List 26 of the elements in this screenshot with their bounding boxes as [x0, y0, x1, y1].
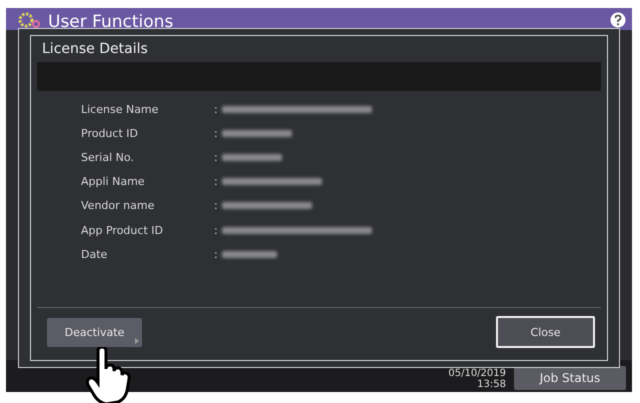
separator-text: :	[214, 224, 218, 237]
field-label: Serial No.	[81, 150, 135, 164]
gear-icon	[18, 11, 42, 29]
field-label: Date	[81, 248, 108, 261]
separator-text: :	[214, 102, 218, 116]
help-icon[interactable]	[610, 12, 626, 28]
separator-text: :	[214, 175, 218, 188]
separator-text: :	[214, 199, 218, 212]
blurred-value	[222, 250, 277, 258]
job-status-button[interactable]: Job Status	[514, 366, 626, 390]
blurred-value	[222, 154, 282, 161]
field-label: App Product ID	[81, 224, 164, 237]
separator-text: :	[214, 150, 218, 164]
blurred-value	[222, 130, 292, 137]
screen-title: User Functions	[48, 11, 174, 30]
dialog-title: License Details	[41, 40, 149, 59]
date-text: 05/10/2019	[448, 368, 506, 379]
field-label: Vendor name	[81, 199, 156, 212]
separator-text: :	[214, 126, 218, 140]
field-label: Product ID	[81, 126, 139, 140]
field-label: Appli Name	[81, 175, 146, 188]
deactivate-button[interactable]: Deactivate	[47, 318, 142, 346]
close-button[interactable]: Close	[496, 316, 595, 348]
field-label: License Name	[81, 102, 160, 116]
time-text: 13:58	[477, 379, 506, 390]
separator-text: :	[214, 248, 218, 261]
